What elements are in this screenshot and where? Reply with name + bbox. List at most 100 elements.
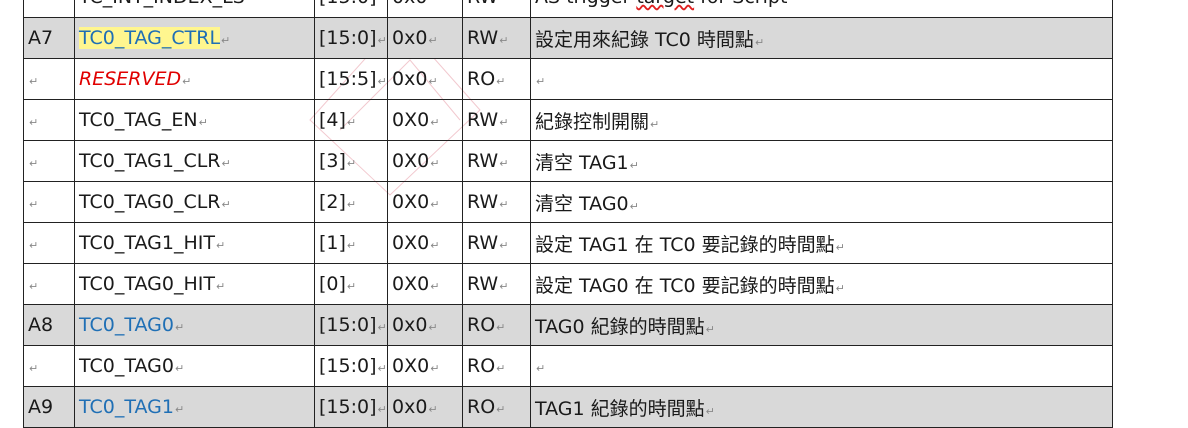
return-arrow-icon: ↵	[29, 75, 39, 88]
cell-offset: ↵	[23, 181, 75, 223]
cell-name-text: TC0_TAG0_CLR	[79, 191, 221, 213]
cell-desc-text: TAG1 紀錄的時間點	[535, 397, 705, 420]
table-row: ↵ TC0_TAG1_HIT↵ [1]↵ 0X0↵ RW↵ 設定 TAG1 在 TC0 要…	[23, 222, 1113, 264]
cell-name: TC0_TAG_EN↵	[74, 99, 315, 141]
cell-desc-text: 設定用來紀錄 TC0 時間點	[535, 28, 754, 51]
cell-offset: A9	[23, 386, 75, 428]
cell-access-text: RO	[467, 314, 496, 336]
return-arrow-icon: ↵	[215, 280, 226, 293]
table-row: A9 TC0_TAG1↵ [15:0]↵ 0x0↵ RO↵ TAG1 紀錄的時間點↵	[23, 386, 1113, 428]
cell-reset-text: 0X0	[392, 232, 430, 254]
cell-desc-text: 清空 TAG0	[535, 192, 629, 215]
table-row: ↵ TC0_TAG1_CLR↵ [3]↵ 0X0↵ RW↵ 清空 TAG1↵	[23, 140, 1113, 182]
cell-name: TC0_TAG_CTRL↵	[74, 17, 315, 59]
return-arrow-icon: ↵	[754, 35, 765, 49]
cell-offset: ↵	[23, 263, 75, 305]
cell-access: RW	[462, 0, 531, 18]
return-arrow-icon: ↵	[705, 404, 715, 418]
return-arrow-icon: ↵	[182, 75, 192, 88]
cell-bits: [15:0]	[314, 0, 388, 18]
cell-desc: ↵	[530, 345, 1113, 387]
cell-reset: 0x0↵	[387, 386, 463, 428]
cell-name: TC0_TAG0↵	[74, 345, 315, 387]
cell-bits-text: [15:0]	[319, 314, 377, 336]
cell-bits-text: [4]	[319, 109, 346, 131]
return-arrow-icon: ↵	[221, 34, 231, 47]
cell-offset: ↵	[23, 345, 75, 387]
cell-access: RW↵	[462, 181, 531, 223]
cell-access-text: RO	[467, 68, 496, 90]
cell-bits-text: [0]	[319, 273, 346, 295]
return-arrow-icon: ↵	[629, 199, 639, 213]
cell-access: RO↵	[462, 304, 531, 346]
cell-desc-text: TAG0 紀錄的時間點	[535, 315, 705, 338]
return-arrow-icon: ↵	[835, 240, 845, 254]
table-row: ↵ TC0_TAG0_HIT↵ [0]↵ 0X0↵ RW↵ 設定 TAG0 在 TC0 要…	[23, 263, 1113, 305]
return-arrow-icon: ↵	[430, 116, 440, 129]
return-arrow-icon: ↵	[377, 403, 387, 416]
cell-name: TC_INT_INDEX_LS	[74, 0, 315, 18]
cell-name-text: RESERVED	[79, 68, 182, 90]
cell-desc-text: 紀錄控制開關	[535, 110, 650, 133]
cell-desc: ↵	[530, 58, 1113, 100]
cell-access: RW↵	[462, 140, 531, 182]
return-arrow-icon: ↵	[705, 322, 715, 336]
cell-access-text: RW	[467, 109, 499, 131]
cell-desc: 清空 TAG1↵	[530, 140, 1113, 182]
cell-access: RO↵	[462, 345, 531, 387]
cell-name-text: TC0_TAG0_HIT	[79, 273, 215, 295]
cell-offset	[23, 0, 75, 18]
cell-access: RW↵	[462, 99, 531, 141]
return-arrow-icon: ↵	[835, 281, 845, 295]
cell-reset-text: 0x0	[392, 314, 428, 336]
return-arrow-icon: ↵	[377, 362, 387, 375]
return-arrow-icon: ↵	[499, 157, 509, 170]
cell-name-text: TC0_TAG0	[79, 314, 174, 336]
return-arrow-icon: ↵	[496, 362, 506, 375]
cell-desc: TAG0 紀錄的時間點↵	[530, 304, 1113, 346]
return-arrow-icon: ↵	[499, 280, 509, 293]
return-arrow-icon: ↵	[430, 239, 440, 252]
cell-offset: ↵	[23, 99, 75, 141]
cell-bits: [15:0]↵	[314, 304, 388, 346]
cell-offset: ↵	[23, 140, 75, 182]
return-arrow-icon: ↵	[496, 75, 506, 88]
cell-access-text: RW	[467, 150, 499, 172]
cell-name: TC0_TAG1_HIT↵	[74, 222, 315, 264]
cell-bits: [3]↵	[314, 140, 388, 182]
return-arrow-icon: ↵	[29, 280, 39, 293]
cell-access: RW↵	[462, 17, 531, 59]
cell-name-text: TC0_TAG1	[79, 396, 174, 418]
return-arrow-icon: ↵	[221, 198, 231, 211]
cell-desc: TAG1 紀錄的時間點↵	[530, 386, 1113, 428]
cell-reset: 0X0↵	[387, 222, 463, 264]
cell-name-text: TC0_TAG1_CLR	[79, 150, 221, 172]
cell-reset: 0x0↵	[387, 58, 463, 100]
return-arrow-icon: ↵	[29, 362, 39, 375]
cell-reset: 0X0↵	[387, 263, 463, 305]
cell-reset: 0x0↵	[387, 304, 463, 346]
return-arrow-icon: ↵	[496, 321, 506, 334]
return-arrow-icon: ↵	[377, 34, 387, 47]
cell-bits: [15:5]↵	[314, 58, 388, 100]
cell-bits: [4]↵	[314, 99, 388, 141]
return-arrow-icon: ↵	[198, 116, 208, 129]
cell-offset-text: A7	[28, 27, 54, 49]
cell-reset: 0x0	[387, 0, 463, 18]
return-arrow-icon: ↵	[430, 362, 440, 375]
return-arrow-icon: ↵	[650, 117, 660, 131]
return-arrow-icon: ↵	[428, 75, 438, 88]
cell-offset: A8	[23, 304, 75, 346]
return-arrow-icon: ↵	[499, 239, 509, 252]
cell-bits-text: [15:0]	[319, 27, 377, 49]
cell-name: TC0_TAG0_CLR↵	[74, 181, 315, 223]
cell-name-text: TC0_TAG_EN	[79, 109, 198, 131]
return-arrow-icon: ↵	[221, 157, 231, 170]
cell-access: RO↵	[462, 386, 531, 428]
cell-desc-text: 清空 TAG1	[535, 151, 629, 174]
cell-bits: [15:0]↵	[314, 386, 388, 428]
return-arrow-icon: ↵	[496, 403, 506, 416]
cell-desc: 紀錄控制開關↵	[530, 99, 1113, 141]
return-arrow-icon: ↵	[536, 75, 546, 88]
cell-reset-text: 0X0	[392, 273, 430, 295]
